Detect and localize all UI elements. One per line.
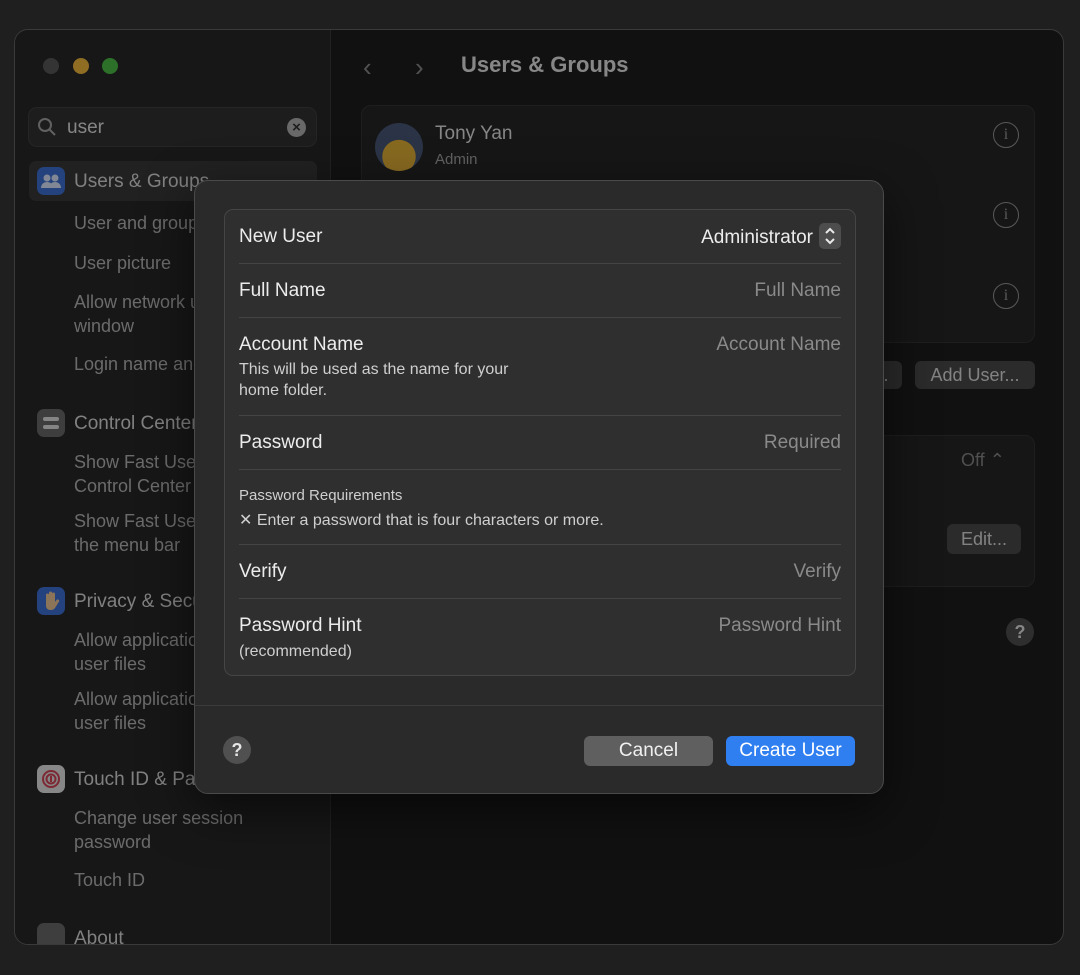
- form-row-verify: Verify Verify: [239, 545, 841, 599]
- verify-label: Verify: [239, 561, 287, 582]
- full-name-input[interactable]: Full Name: [754, 280, 841, 302]
- account-name-input[interactable]: Account Name: [716, 334, 841, 356]
- password-label: Password: [239, 432, 323, 453]
- new-user-label: New User: [239, 226, 323, 247]
- cancel-button[interactable]: Cancel: [584, 736, 713, 766]
- new-user-form: New User Administrator Full Name Full Na…: [224, 209, 856, 676]
- form-row-password: Password Required: [239, 416, 841, 470]
- account-type-value: Administrator: [701, 227, 813, 249]
- form-row-password-hint: Password Hint (recommended) Password Hin…: [239, 599, 841, 675]
- full-name-label: Full Name: [239, 280, 326, 301]
- stepper-chevrons-icon: [819, 223, 841, 249]
- account-name-description: This will be used as the name for your h…: [239, 361, 509, 399]
- help-icon[interactable]: ?: [223, 736, 251, 764]
- password-requirement-item: ✕ Enter a password that is four characte…: [239, 510, 604, 530]
- form-row-account-name: Account Name This will be used as the na…: [239, 318, 841, 416]
- account-type-select[interactable]: Administrator: [701, 223, 841, 251]
- account-name-label: Account Name: [239, 334, 364, 355]
- verify-input[interactable]: Verify: [793, 561, 841, 583]
- password-input[interactable]: Required: [764, 432, 841, 454]
- password-requirement-text: Enter a password that is four characters…: [256, 512, 604, 529]
- form-row-full-name: Full Name Full Name: [239, 264, 841, 318]
- create-user-button[interactable]: Create User: [726, 736, 855, 766]
- new-user-dialog: New User Administrator Full Name Full Na…: [194, 180, 884, 794]
- form-row-new-user: New User Administrator: [239, 210, 841, 264]
- form-row-requirements: Password Requirements ✕ Enter a password…: [239, 470, 841, 545]
- x-mark-icon: ✕: [239, 512, 253, 529]
- password-hint-subtitle: (recommended): [239, 643, 352, 660]
- password-hint-input[interactable]: Password Hint: [719, 615, 842, 637]
- dialog-divider: [195, 705, 883, 706]
- password-requirements-title: Password Requirements: [239, 487, 403, 504]
- password-hint-label: Password Hint: [239, 615, 362, 636]
